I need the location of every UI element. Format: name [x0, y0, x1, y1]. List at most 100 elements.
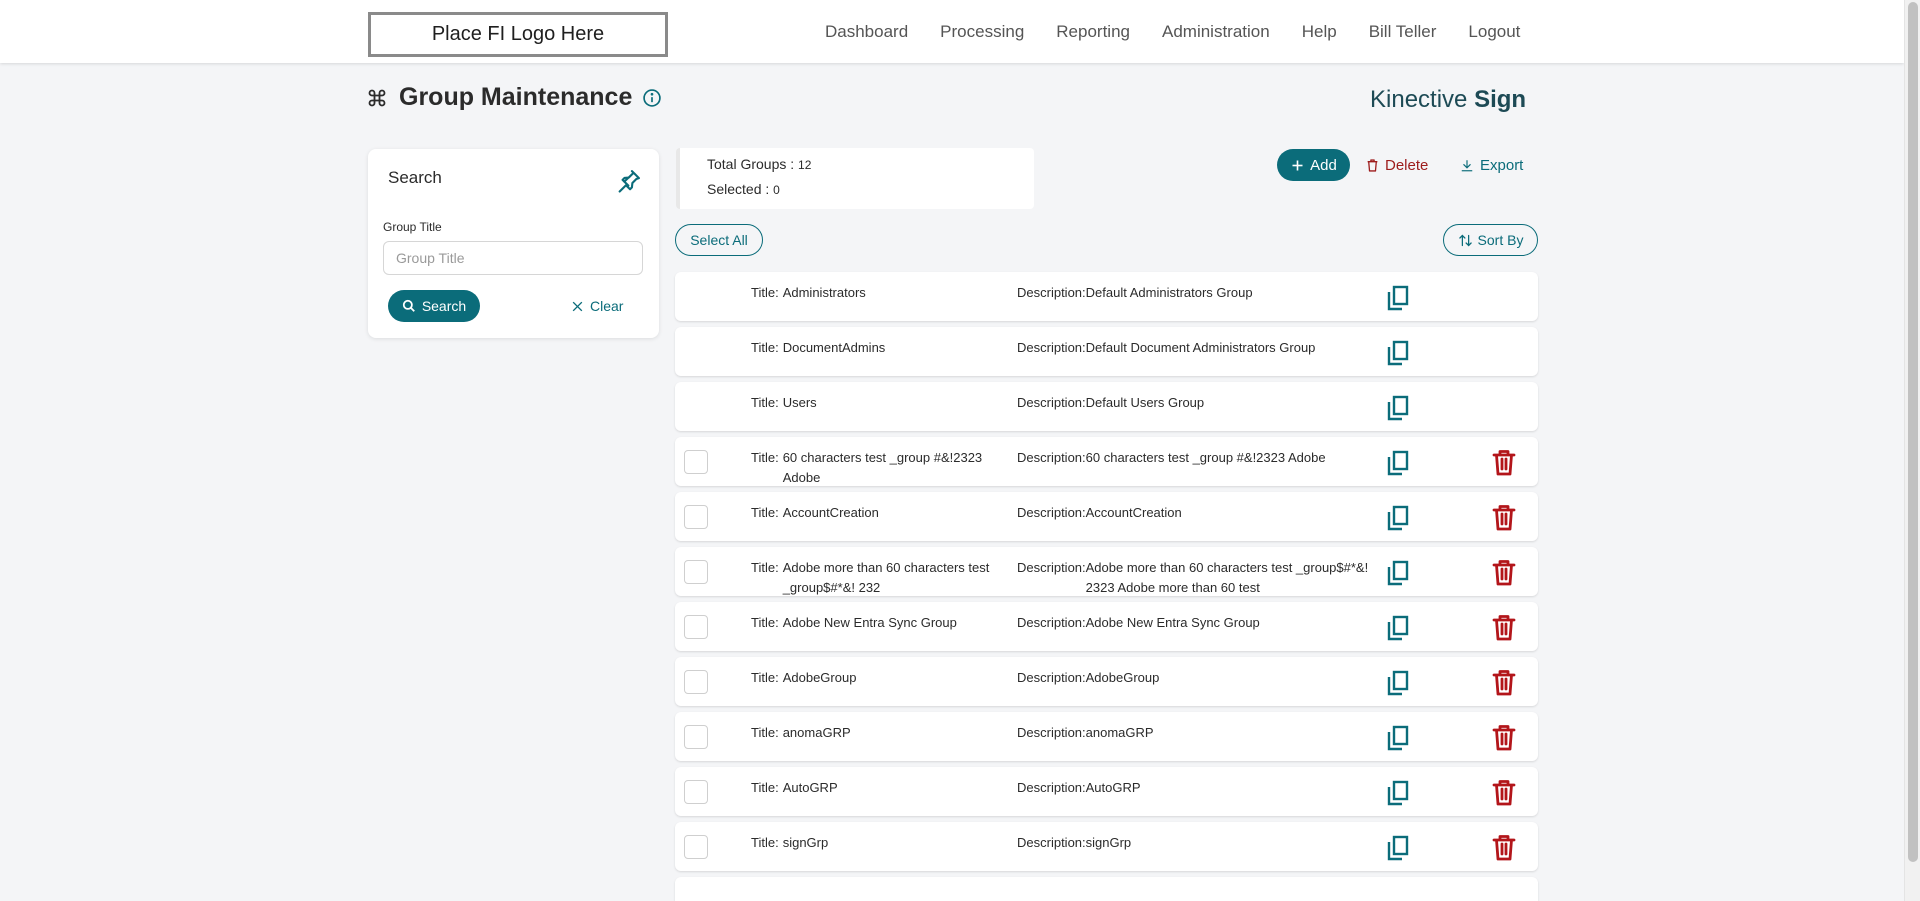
vertical-scrollbar[interactable] [1904, 0, 1920, 901]
row-checkbox[interactable] [684, 670, 708, 694]
delete-row-icon[interactable] [1492, 449, 1516, 477]
logo-placeholder[interactable]: Place FI Logo Here [368, 12, 668, 57]
description-label: Description: [1017, 670, 1086, 685]
download-icon [1461, 159, 1473, 171]
group-title: Title: DocumentAdmins [751, 338, 1006, 358]
sort-by-label: Sort By [1477, 232, 1524, 248]
brand-bold: Sign [1474, 86, 1527, 113]
group-row: Title: 60 characters test _group #&!2323 … [675, 437, 1538, 486]
copy-icon[interactable] [1385, 449, 1411, 477]
clear-button[interactable]: Clear [571, 290, 623, 322]
nav-item-help[interactable]: Help [1302, 22, 1337, 42]
info-icon[interactable] [642, 88, 662, 108]
group-description: Description: AdobeGroup [1017, 668, 1377, 688]
delete-row-icon[interactable] [1492, 724, 1516, 752]
row-checkbox[interactable] [684, 560, 708, 584]
copy-icon[interactable] [1385, 504, 1411, 532]
title-label: Title: [751, 725, 779, 740]
description-label: Description: [1017, 505, 1086, 520]
group-row: Title: Adobe more than 60 characters test… [675, 547, 1538, 596]
row-checkbox[interactable] [684, 450, 708, 474]
copy-icon[interactable] [1385, 394, 1411, 422]
copy-icon[interactable] [1385, 724, 1411, 752]
group-row: Title: AdobeGroup Description: AdobeGroup [675, 657, 1538, 706]
pin-icon[interactable] [615, 167, 643, 195]
title-label: Title: [751, 395, 779, 410]
description-label: Description: [1017, 725, 1086, 740]
group-row: Title: DocumentAdmins Description: Default … [675, 327, 1538, 376]
group-title: Title: signGrp [751, 833, 1006, 853]
selected-label: Selected : [707, 181, 770, 197]
group-title: Title: Adobe New Entra Sync Group [751, 613, 1006, 633]
row-checkbox[interactable] [684, 615, 708, 639]
nav-item-administration[interactable]: Administration [1162, 22, 1270, 42]
copy-icon[interactable] [1385, 669, 1411, 697]
group-title: Title: anomaGRP [751, 723, 1006, 743]
selected-count: Selected : 0 [707, 181, 780, 197]
description-label: Description: [1017, 560, 1086, 575]
row-checkbox[interactable] [684, 725, 708, 749]
row-checkbox[interactable] [684, 505, 708, 529]
row-checkbox[interactable] [684, 780, 708, 804]
delete-row-icon[interactable] [1492, 669, 1516, 697]
group-description: Description: Adobe New Entra Sync Group [1017, 613, 1377, 633]
nav-item-dashboard[interactable]: Dashboard [825, 22, 908, 42]
export-button-label: Export [1480, 156, 1524, 174]
group-title-input[interactable] [383, 241, 643, 275]
copy-icon[interactable] [1385, 834, 1411, 862]
add-button-label: Add [1310, 156, 1337, 174]
close-icon [572, 301, 583, 311]
group-description-value: AdobeGroup [1085, 670, 1160, 685]
search-panel: Search Group Title Search Clear [368, 149, 659, 338]
trash-icon [1367, 158, 1378, 172]
delete-row-icon[interactable] [1492, 559, 1516, 587]
group-title: Title: AutoGRP [751, 778, 1006, 798]
delete-button-label: Delete [1385, 156, 1429, 174]
delete-row-icon[interactable] [1492, 504, 1516, 532]
delete-button[interactable]: Delete [1366, 149, 1428, 181]
nav-item-bill-teller[interactable]: Bill Teller [1369, 22, 1437, 42]
delete-row-icon[interactable] [1492, 614, 1516, 642]
search-button[interactable]: Search [388, 290, 480, 322]
group-description-value: Default Administrators Group [1085, 285, 1253, 300]
select-all-button[interactable]: Select All [675, 224, 763, 256]
group-description: Description: AccountCreation [1017, 503, 1377, 523]
row-checkbox[interactable] [684, 835, 708, 859]
group-title: Title: AccountCreation [751, 503, 1006, 523]
scrollbar-thumb[interactable] [1908, 2, 1918, 862]
main-nav: Dashboard Processing Reporting Administrati… [825, 22, 1520, 42]
nav-item-logout[interactable]: Logout [1468, 22, 1520, 42]
copy-icon[interactable] [1385, 614, 1411, 642]
delete-row-icon[interactable] [1492, 834, 1516, 862]
total-groups-label: Total Groups : [707, 156, 795, 172]
group-title-value: AutoGRP [782, 780, 838, 795]
title-label: Title: [751, 780, 779, 795]
group-title-value: Adobe more than 60 characters test _grou… [782, 560, 990, 595]
nav-item-processing[interactable]: Processing [940, 22, 1024, 42]
title-label: Title: [751, 450, 779, 465]
sort-icon [1458, 234, 1472, 246]
total-groups-value: 12 [798, 158, 812, 172]
description-label: Description: [1017, 615, 1086, 630]
group-description-value: signGrp [1085, 835, 1132, 850]
group-title-value: AdobeGroup [782, 670, 857, 685]
group-title-value: Administrators [782, 285, 866, 300]
nav-item-reporting[interactable]: Reporting [1056, 22, 1130, 42]
groups-summary: Total Groups : 12 Selected : 0 [676, 148, 1034, 209]
add-button[interactable]: Add [1277, 149, 1350, 181]
copy-icon[interactable] [1385, 284, 1411, 312]
copy-icon[interactable] [1385, 559, 1411, 587]
group-description: Description: Default Administrators Group [1017, 283, 1377, 303]
group-description: Description: Default Users Group [1017, 393, 1377, 413]
title-label: Title: [751, 560, 779, 575]
export-button[interactable]: Export [1460, 149, 1523, 181]
copy-icon[interactable] [1385, 339, 1411, 367]
group-description: Description: Adobe more than 60 character… [1017, 558, 1377, 598]
group-title-label: Group Title [383, 220, 442, 234]
group-description: Description: signGrp [1017, 833, 1377, 853]
delete-row-icon[interactable] [1492, 779, 1516, 807]
group-title: Title: Administrators [751, 283, 1006, 303]
clear-button-label: Clear [590, 298, 624, 314]
copy-icon[interactable] [1385, 779, 1411, 807]
sort-by-button[interactable]: Sort By [1443, 224, 1538, 256]
